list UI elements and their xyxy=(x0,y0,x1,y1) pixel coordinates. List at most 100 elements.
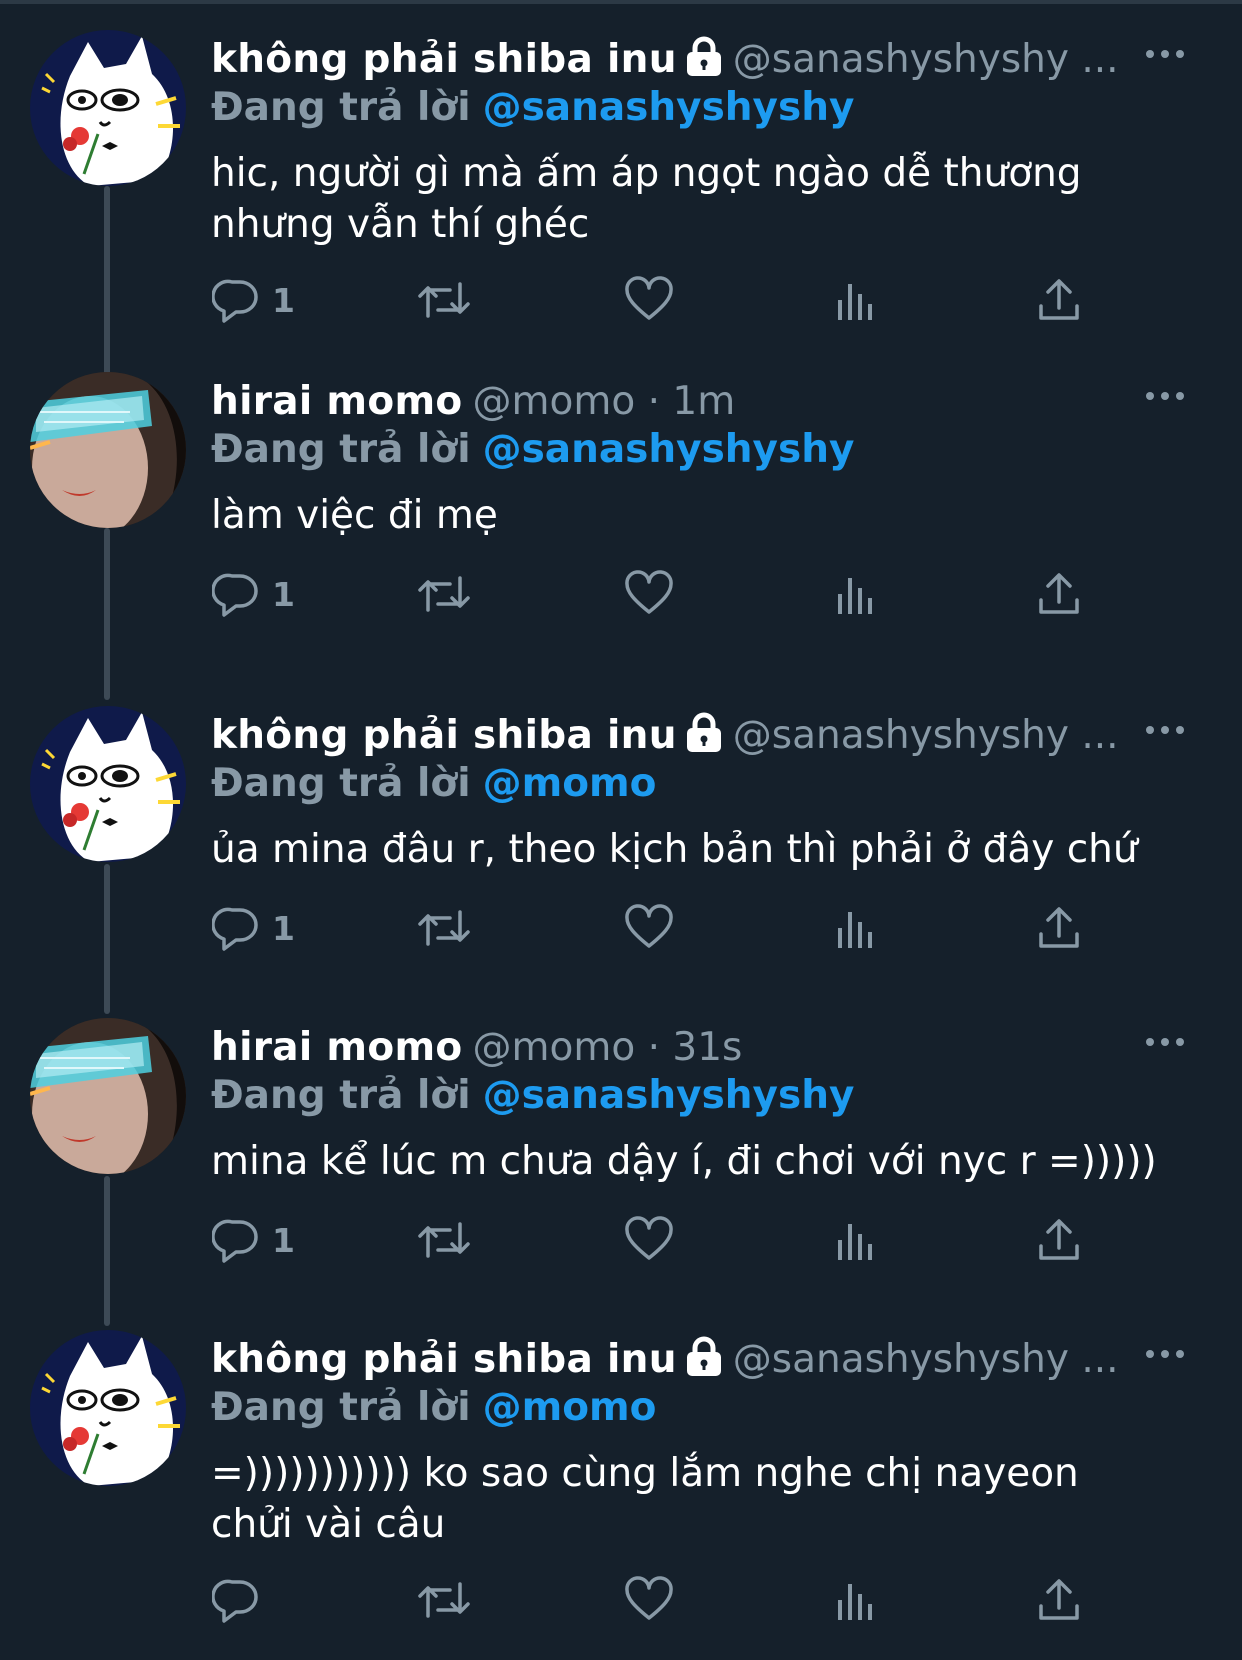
share-button[interactable] xyxy=(1036,1210,1082,1270)
more-icon[interactable] xyxy=(1140,1022,1190,1062)
user-handle[interactable]: @momo · 31s xyxy=(473,1025,743,1070)
reply-icon xyxy=(212,1219,258,1263)
user-handle[interactable]: @sanashyshyshy ... xyxy=(733,713,1119,758)
display-name[interactable]: không phải shiba inu xyxy=(211,1337,677,1382)
replying-to-label: Đang trả lời xyxy=(211,427,471,472)
replying-to-label: Đang trả lời xyxy=(211,1385,471,1430)
tweet-header: hirai momo @momo · 31s xyxy=(211,1022,742,1074)
share-icon xyxy=(1039,1219,1079,1260)
user-handle[interactable]: @momo · 1m xyxy=(473,379,736,424)
replying-to: Đang trả lời @momo xyxy=(211,1382,656,1434)
like-button[interactable] xyxy=(624,564,674,624)
share-button[interactable] xyxy=(1036,898,1082,958)
tweet-text: =))))))))))) ko sao cùng lắm nghe chị na… xyxy=(211,1451,1079,1547)
display-name[interactable]: hirai momo xyxy=(211,379,463,424)
analytics-icon xyxy=(838,284,872,320)
retweet-icon xyxy=(418,576,470,612)
reply-button[interactable]: 1 xyxy=(212,1210,295,1270)
views-button[interactable] xyxy=(834,270,878,330)
analytics-icon xyxy=(838,1584,872,1620)
cat-avatar-icon xyxy=(30,706,186,862)
replying-to: Đang trả lời @momo xyxy=(211,758,656,810)
avatar[interactable] xyxy=(30,706,186,862)
replying-to-handle[interactable]: @sanashyshyshy xyxy=(483,85,855,130)
retweet-icon xyxy=(418,1582,470,1618)
heart-icon xyxy=(625,1576,673,1620)
photo-avatar-icon xyxy=(30,1018,186,1174)
display-name[interactable]: hirai momo xyxy=(211,1025,463,1070)
reply-button[interactable]: 1 xyxy=(212,270,295,330)
reply-count: 1 xyxy=(272,280,295,320)
tweet-actions: 1 xyxy=(0,270,1242,330)
reply-button[interactable] xyxy=(212,1570,272,1630)
reply-count: 1 xyxy=(272,574,295,614)
avatar[interactable] xyxy=(30,1330,186,1486)
share-icon xyxy=(1039,573,1079,614)
tweet-header: không phải shiba inu @sanashyshyshy ... xyxy=(211,34,1119,86)
views-button[interactable] xyxy=(834,1570,878,1630)
lock-icon xyxy=(685,1336,723,1390)
replying-to-handle[interactable]: @sanashyshyshy xyxy=(483,1073,855,1118)
display-name[interactable]: không phải shiba inu xyxy=(211,37,677,82)
tweet-actions: 1 xyxy=(0,1210,1242,1270)
analytics-icon xyxy=(838,912,872,948)
avatar[interactable] xyxy=(30,30,186,186)
like-button[interactable] xyxy=(624,1210,674,1270)
retweet-button[interactable] xyxy=(416,270,472,330)
share-icon xyxy=(1039,279,1079,320)
replying-to-handle[interactable]: @momo xyxy=(483,761,657,806)
user-handle[interactable]: @sanashyshyshy ... xyxy=(733,1337,1119,1382)
replying-to: Đang trả lời @sanashyshyshy xyxy=(211,82,854,134)
tweet-actions xyxy=(0,1570,1242,1630)
retweet-button[interactable] xyxy=(416,1210,472,1270)
avatar[interactable] xyxy=(30,372,186,528)
views-button[interactable] xyxy=(834,564,878,624)
reply-count: 1 xyxy=(272,908,295,948)
tweet-text: ủa mina đâu r, theo kịch bản thì phải ở … xyxy=(211,827,1138,872)
more-icon[interactable] xyxy=(1140,376,1190,416)
cat-avatar-icon xyxy=(30,1330,186,1486)
like-button[interactable] xyxy=(624,270,674,330)
replying-to-label: Đang trả lời xyxy=(211,1073,471,1118)
retweet-button[interactable] xyxy=(416,564,472,624)
replying-to-label: Đang trả lời xyxy=(211,761,471,806)
like-button[interactable] xyxy=(624,898,674,958)
replying-to: Đang trả lời @sanashyshyshy xyxy=(211,1070,854,1122)
reply-button[interactable]: 1 xyxy=(212,898,295,958)
retweet-button[interactable] xyxy=(416,1570,472,1630)
tweet-text: làm việc đi mẹ xyxy=(211,493,498,538)
share-button[interactable] xyxy=(1036,1570,1082,1630)
reply-icon xyxy=(212,279,258,323)
share-button[interactable] xyxy=(1036,270,1082,330)
retweet-icon xyxy=(418,282,470,318)
analytics-icon xyxy=(838,1224,872,1260)
replying-to-handle[interactable]: @sanashyshyshy xyxy=(483,427,855,472)
tweet-header: không phải shiba inu @sanashyshyshy ... xyxy=(211,710,1119,762)
tweet-thread: không phải shiba inu @sanashyshyshy ... Đ… xyxy=(0,0,1242,1660)
more-icon[interactable] xyxy=(1140,34,1190,74)
views-button[interactable] xyxy=(834,898,878,958)
lock-icon xyxy=(685,712,723,766)
retweet-icon xyxy=(418,1222,470,1258)
tweet-text: mina kể lúc m chưa dậy í, đi chơi với ny… xyxy=(211,1139,1157,1184)
more-icon[interactable] xyxy=(1140,1334,1190,1374)
user-handle[interactable]: @sanashyshyshy ... xyxy=(733,37,1119,82)
reply-button[interactable]: 1 xyxy=(212,564,295,624)
replying-to-handle[interactable]: @momo xyxy=(483,1385,657,1430)
analytics-icon xyxy=(838,578,872,614)
heart-icon xyxy=(625,904,673,948)
more-icon[interactable] xyxy=(1140,710,1190,750)
retweet-button[interactable] xyxy=(416,898,472,958)
heart-icon xyxy=(625,1216,673,1260)
retweet-icon xyxy=(418,910,470,946)
replying-to-label: Đang trả lời xyxy=(211,85,471,130)
display-name[interactable]: không phải shiba inu xyxy=(211,713,677,758)
reply-icon xyxy=(212,573,258,617)
tweet-header: hirai momo @momo · 1m xyxy=(211,376,735,428)
tweet-actions: 1 xyxy=(0,564,1242,624)
views-button[interactable] xyxy=(834,1210,878,1270)
like-button[interactable] xyxy=(624,1570,674,1630)
share-button[interactable] xyxy=(1036,564,1082,624)
heart-icon xyxy=(625,276,673,320)
avatar[interactable] xyxy=(30,1018,186,1174)
